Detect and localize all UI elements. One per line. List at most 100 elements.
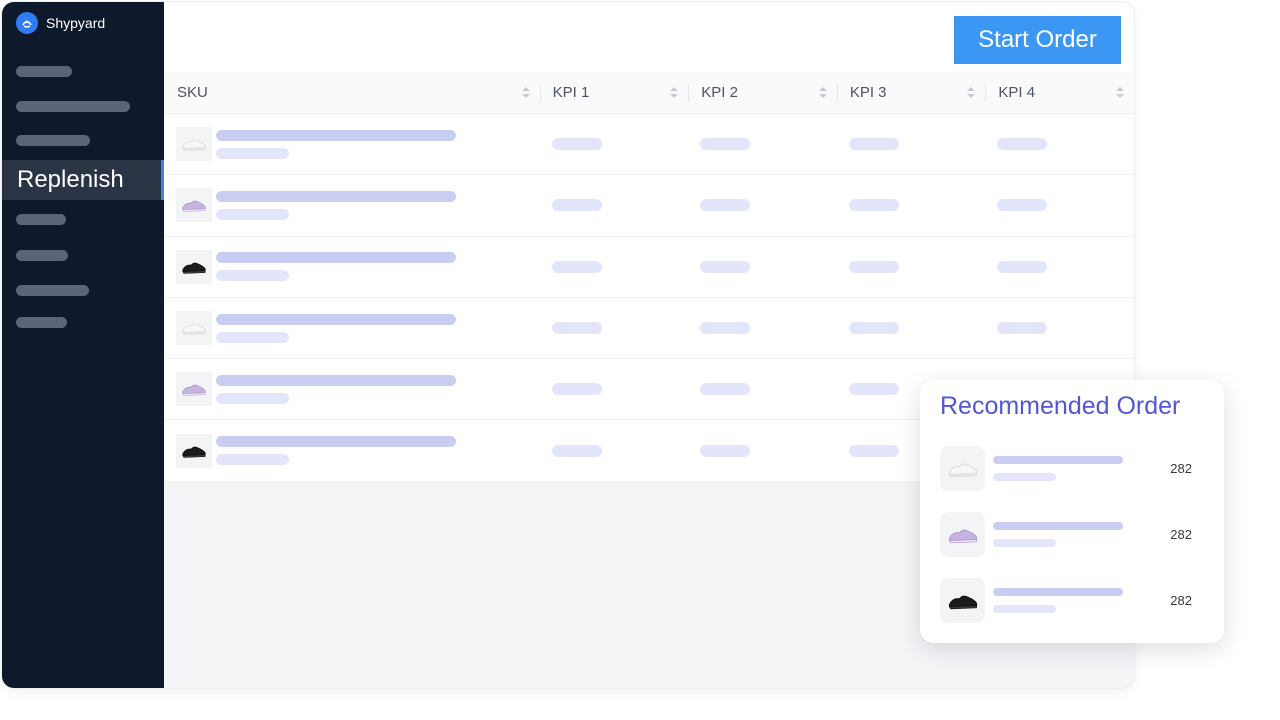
sidebar-item-label: Replenish — [17, 166, 124, 193]
sidebar-item-placeholder[interactable] — [16, 214, 66, 225]
kpi-cell — [985, 199, 1134, 212]
kpi-cell — [540, 199, 689, 212]
start-order-button[interactable]: Start Order — [954, 16, 1121, 64]
skeleton-line — [848, 383, 899, 396]
sku-text-placeholder — [216, 190, 456, 220]
recommended-item[interactable]: 282 — [940, 512, 1206, 557]
black-sneaker-icon — [940, 578, 985, 623]
sort-icon[interactable] — [521, 87, 530, 99]
kpi-cell — [688, 444, 837, 457]
quantity: 282 — [1170, 527, 1192, 542]
skeleton-line — [216, 313, 456, 325]
sort-icon[interactable] — [967, 87, 976, 99]
kpi-cell — [688, 322, 837, 335]
sku-text-placeholder — [216, 313, 456, 343]
kpi-cell — [985, 260, 1134, 273]
card-title: Recommended Order — [940, 392, 1181, 420]
kpi-cell — [837, 138, 986, 151]
table-header: SKU KPI 1 KPI 2 KPI 3 KPI 4 — [164, 72, 1134, 114]
skeleton-line — [993, 605, 1056, 613]
kpi-cell — [540, 383, 689, 396]
table-row[interactable] — [164, 175, 1134, 237]
recommended-order-card: Recommended Order 282 282 282 — [920, 380, 1224, 643]
item-text-placeholder — [993, 456, 1123, 481]
sku-cell — [164, 188, 540, 223]
skeleton-line — [848, 322, 899, 335]
recommended-item[interactable]: 282 — [940, 446, 1206, 491]
column-divider — [985, 84, 987, 102]
skeleton-line — [700, 138, 751, 151]
skeleton-line — [551, 138, 602, 151]
skeleton-line — [551, 260, 602, 273]
skeleton-line — [216, 129, 456, 141]
brand[interactable]: Shypyard — [16, 12, 105, 34]
skeleton-line — [700, 322, 751, 335]
skeleton-line — [848, 444, 899, 457]
skeleton-line — [216, 454, 289, 466]
column-label: KPI 3 — [849, 84, 887, 101]
skeleton-line — [993, 456, 1123, 464]
sort-icon[interactable] — [1115, 87, 1124, 99]
sku-cell — [164, 311, 540, 346]
sku-text-placeholder — [216, 436, 456, 466]
skeleton-line — [997, 260, 1048, 273]
kpi-cell — [837, 199, 986, 212]
table-row[interactable] — [164, 298, 1134, 360]
kpi-cell — [985, 138, 1134, 151]
column-header-sku[interactable]: SKU — [164, 72, 540, 113]
black-sneaker-icon — [176, 433, 212, 468]
top-bar: Start Order — [164, 2, 1134, 72]
skeleton-line — [700, 260, 751, 273]
recommended-item[interactable]: 282 — [940, 578, 1206, 623]
column-divider — [688, 84, 690, 102]
skeleton-line — [997, 322, 1048, 335]
column-header-kpi-2[interactable]: KPI 2 — [688, 72, 837, 113]
kpi-cell — [540, 322, 689, 335]
sku-text-placeholder — [216, 374, 456, 404]
skeleton-line — [993, 522, 1123, 530]
sku-cell — [164, 249, 540, 284]
item-text-placeholder — [993, 522, 1123, 547]
sidebar-item-placeholder[interactable] — [16, 250, 68, 261]
sidebar-item-placeholder[interactable] — [16, 317, 67, 328]
column-label: SKU — [177, 84, 208, 101]
lilac-sneaker-icon — [176, 372, 212, 407]
skeleton-line — [216, 270, 289, 282]
column-header-kpi-4[interactable]: KPI 4 — [985, 72, 1134, 113]
column-header-kpi-3[interactable]: KPI 3 — [836, 72, 986, 113]
skeleton-line — [997, 138, 1048, 151]
skeleton-line — [216, 208, 289, 220]
column-divider — [539, 84, 541, 102]
skeleton-line — [848, 199, 899, 212]
column-header-kpi-1[interactable]: KPI 1 — [539, 72, 689, 113]
skeleton-line — [700, 199, 751, 212]
skeleton-line — [993, 539, 1056, 547]
sku-text-placeholder — [216, 252, 456, 282]
item-text-placeholder — [993, 588, 1123, 613]
table-row[interactable] — [164, 114, 1134, 176]
sort-icon[interactable] — [818, 87, 827, 99]
skeleton-line — [551, 383, 602, 396]
sort-icon[interactable] — [670, 87, 679, 99]
skeleton-line — [848, 138, 899, 151]
sidebar-item-replenish[interactable]: Replenish — [2, 160, 164, 200]
skeleton-line — [216, 147, 289, 159]
skeleton-line — [216, 374, 456, 386]
column-label: KPI 2 — [701, 84, 738, 101]
column-label: KPI 1 — [552, 84, 590, 101]
column-label: KPI 4 — [998, 84, 1036, 101]
sidebar-item-placeholder[interactable] — [16, 135, 90, 146]
table-row[interactable] — [164, 237, 1134, 298]
skeleton-line — [700, 444, 751, 457]
skeleton-line — [216, 392, 289, 404]
kpi-cell — [540, 260, 689, 273]
skeleton-line — [700, 383, 751, 396]
sidebar-item-placeholder[interactable] — [16, 285, 89, 296]
kpi-cell — [837, 260, 986, 273]
skeleton-line — [551, 322, 602, 335]
sku-text-placeholder — [216, 129, 456, 159]
sidebar-item-placeholder[interactable] — [16, 101, 130, 112]
sidebar-item-placeholder[interactable] — [16, 66, 72, 77]
sidebar: Shypyard Replenish — [2, 2, 164, 688]
skeleton-line — [216, 331, 289, 343]
